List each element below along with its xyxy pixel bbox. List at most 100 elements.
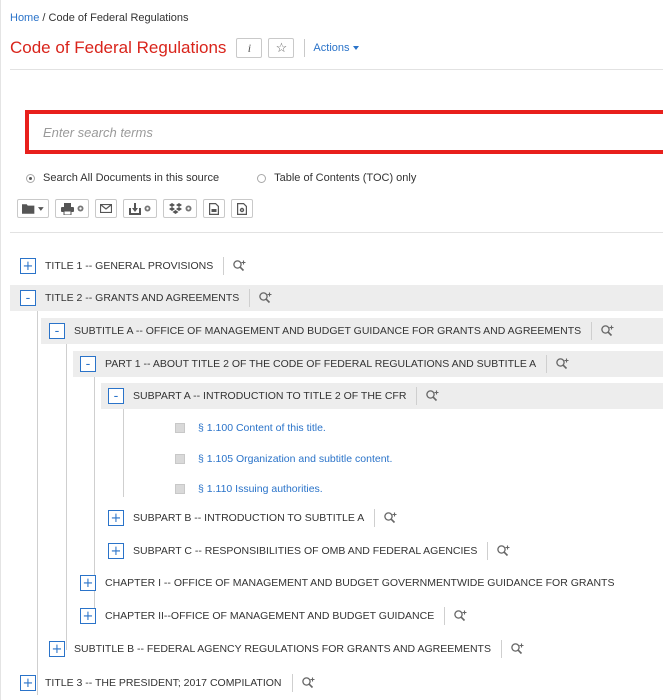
tree-row-title2: - TITLE 2 -- GRANTS AND AGREEMENTS bbox=[10, 285, 663, 311]
document-button[interactable] bbox=[203, 199, 225, 218]
gear-icon bbox=[77, 205, 83, 212]
favorite-button[interactable]: ☆ bbox=[268, 38, 295, 58]
search-plus-icon[interactable] bbox=[259, 292, 272, 304]
document-settings-button[interactable] bbox=[231, 199, 253, 218]
row-divider bbox=[291, 674, 293, 692]
search-plus-icon[interactable] bbox=[556, 358, 569, 370]
radio-search-all[interactable]: Search All Documents in this source bbox=[26, 172, 219, 184]
document-icon bbox=[209, 202, 219, 215]
caret-down-icon bbox=[38, 206, 44, 211]
breadcrumb-current: Code of Federal Regulations bbox=[48, 12, 189, 24]
tree-label-part1[interactable]: PART 1 -- ABOUT TITLE 2 OF THE CODE OF F… bbox=[105, 358, 536, 370]
print-button[interactable] bbox=[55, 199, 89, 218]
tree-label-subtitle-a[interactable]: SUBTITLE A -- OFFICE OF MANAGEMENT AND B… bbox=[74, 325, 581, 337]
row-divider bbox=[487, 542, 489, 560]
tree-row-subpart-c: + SUBPART C -- RESPONSIBILITIES OF OMB A… bbox=[101, 538, 663, 564]
row-divider bbox=[546, 355, 548, 373]
tree-label-subpart-c[interactable]: SUBPART C -- RESPONSIBILITIES OF OMB AND… bbox=[133, 545, 477, 557]
download-button[interactable] bbox=[123, 199, 157, 218]
print-icon bbox=[60, 202, 74, 215]
expand-toggle[interactable]: + bbox=[108, 510, 124, 526]
breadcrumb: Home / Code of Federal Regulations bbox=[10, 12, 189, 24]
search-plus-icon[interactable] bbox=[384, 512, 397, 524]
tree-row-title3: + TITLE 3 -- THE PRESIDENT; 2017 COMPILA… bbox=[10, 670, 663, 696]
search-plus-icon[interactable] bbox=[601, 325, 614, 337]
tree-guide-title2 bbox=[37, 305, 38, 695]
section-link-1-110[interactable]: § 1.110 Issuing authorities. bbox=[198, 483, 323, 495]
section-checkbox[interactable] bbox=[175, 454, 185, 464]
search-plus-icon[interactable] bbox=[511, 643, 524, 655]
search-input[interactable] bbox=[29, 114, 663, 150]
tree-row-subpart-b: + SUBPART B -- INTRODUCTION TO SUBTITLE … bbox=[101, 505, 663, 531]
search-plus-icon[interactable] bbox=[426, 390, 439, 402]
caret-down-icon bbox=[352, 46, 359, 50]
tree-row-subtitle-b: + SUBTITLE B -- FEDERAL AGENCY REGULATIO… bbox=[41, 636, 663, 662]
section-checkbox[interactable] bbox=[175, 484, 185, 494]
toolbar bbox=[17, 199, 259, 218]
header-divider bbox=[304, 39, 306, 57]
folder-menu-button[interactable] bbox=[17, 199, 49, 218]
tree-row-subpart-a: - SUBPART A -- INTRODUCTION TO TITLE 2 O… bbox=[101, 383, 663, 409]
search-plus-icon[interactable] bbox=[454, 610, 467, 622]
tree-label-subpart-a[interactable]: SUBPART A -- INTRODUCTION TO TITLE 2 OF … bbox=[133, 390, 406, 402]
star-icon: ☆ bbox=[275, 40, 288, 55]
tree-label-title3[interactable]: TITLE 3 -- THE PRESIDENT; 2017 COMPILATI… bbox=[45, 677, 282, 689]
actions-label: Actions bbox=[313, 42, 350, 54]
section-link-1-100[interactable]: § 1.100 Content of this title. bbox=[198, 422, 326, 434]
tree-row-title1: + TITLE 1 -- GENERAL PROVISIONS bbox=[10, 253, 663, 279]
radio-toc-only-label: Table of Contents (TOC) only bbox=[274, 172, 417, 184]
tree-guide-subtitle-a bbox=[66, 340, 67, 650]
header-divider-line bbox=[10, 69, 663, 70]
expand-toggle[interactable]: + bbox=[20, 675, 36, 691]
collapse-toggle[interactable]: - bbox=[80, 356, 96, 372]
toolbar-divider-line bbox=[10, 232, 663, 233]
tree-label-subtitle-b[interactable]: SUBTITLE B -- FEDERAL AGENCY REGULATIONS… bbox=[74, 643, 491, 655]
collapse-toggle[interactable]: - bbox=[49, 323, 65, 339]
title-row: Code of Federal Regulations i ☆ Actions bbox=[10, 36, 359, 60]
radio-unchecked-icon bbox=[257, 173, 267, 183]
page-title: Code of Federal Regulations bbox=[10, 38, 227, 57]
row-divider bbox=[374, 509, 376, 527]
tree-leaf-1-110: § 1.110 Issuing authorities. bbox=[175, 479, 323, 499]
dropbox-button[interactable] bbox=[163, 199, 197, 218]
email-icon bbox=[100, 204, 112, 213]
breadcrumb-separator: / bbox=[39, 12, 49, 24]
section-checkbox[interactable] bbox=[175, 423, 185, 433]
expand-toggle[interactable]: + bbox=[20, 258, 36, 274]
row-divider bbox=[444, 607, 446, 625]
tree-label-title1[interactable]: TITLE 1 -- GENERAL PROVISIONS bbox=[45, 260, 213, 272]
tree-row-chapter-ii: + CHAPTER II--OFFICE OF MANAGEMENT AND B… bbox=[73, 603, 663, 629]
gear-icon bbox=[185, 205, 191, 212]
tree-label-chapter-ii[interactable]: CHAPTER II--OFFICE OF MANAGEMENT AND BUD… bbox=[105, 610, 434, 622]
row-divider bbox=[249, 289, 251, 307]
tree-label-chapter-i[interactable]: CHAPTER I -- OFFICE OF MANAGEMENT AND BU… bbox=[105, 577, 614, 589]
row-divider bbox=[500, 640, 502, 658]
expand-toggle[interactable]: + bbox=[108, 543, 124, 559]
info-button[interactable]: i bbox=[236, 38, 263, 58]
expand-toggle[interactable]: + bbox=[80, 608, 96, 624]
section-link-1-105[interactable]: § 1.105 Organization and subtitle conten… bbox=[198, 453, 392, 465]
page: Home / Code of Federal Regulations Code … bbox=[0, 0, 663, 700]
tree-guide-subpart-a bbox=[123, 405, 124, 497]
row-divider bbox=[223, 257, 225, 275]
search-plus-icon[interactable] bbox=[497, 545, 510, 557]
row-divider bbox=[416, 387, 418, 405]
radio-toc-only[interactable]: Table of Contents (TOC) only bbox=[257, 172, 416, 184]
tree-row-subtitle-a: - SUBTITLE A -- OFFICE OF MANAGEMENT AND… bbox=[41, 318, 663, 344]
gear-icon bbox=[144, 205, 151, 212]
search-box bbox=[25, 110, 663, 154]
tree-label-subpart-b[interactable]: SUBPART B -- INTRODUCTION TO SUBTITLE A bbox=[133, 512, 364, 524]
dropbox-icon bbox=[168, 203, 182, 214]
tree-label-title2[interactable]: TITLE 2 -- GRANTS AND AGREEMENTS bbox=[45, 292, 239, 304]
actions-menu-button[interactable]: Actions bbox=[313, 42, 359, 54]
search-plus-icon[interactable] bbox=[233, 260, 246, 272]
row-divider bbox=[591, 322, 593, 340]
breadcrumb-home-link[interactable]: Home bbox=[10, 12, 39, 24]
expand-toggle[interactable]: + bbox=[49, 641, 65, 657]
collapse-toggle[interactable]: - bbox=[20, 290, 36, 306]
email-button[interactable] bbox=[95, 199, 117, 218]
expand-toggle[interactable]: + bbox=[80, 575, 96, 591]
radio-checked-icon bbox=[26, 173, 35, 183]
search-plus-icon[interactable] bbox=[301, 677, 315, 689]
collapse-toggle[interactable]: - bbox=[108, 388, 124, 404]
